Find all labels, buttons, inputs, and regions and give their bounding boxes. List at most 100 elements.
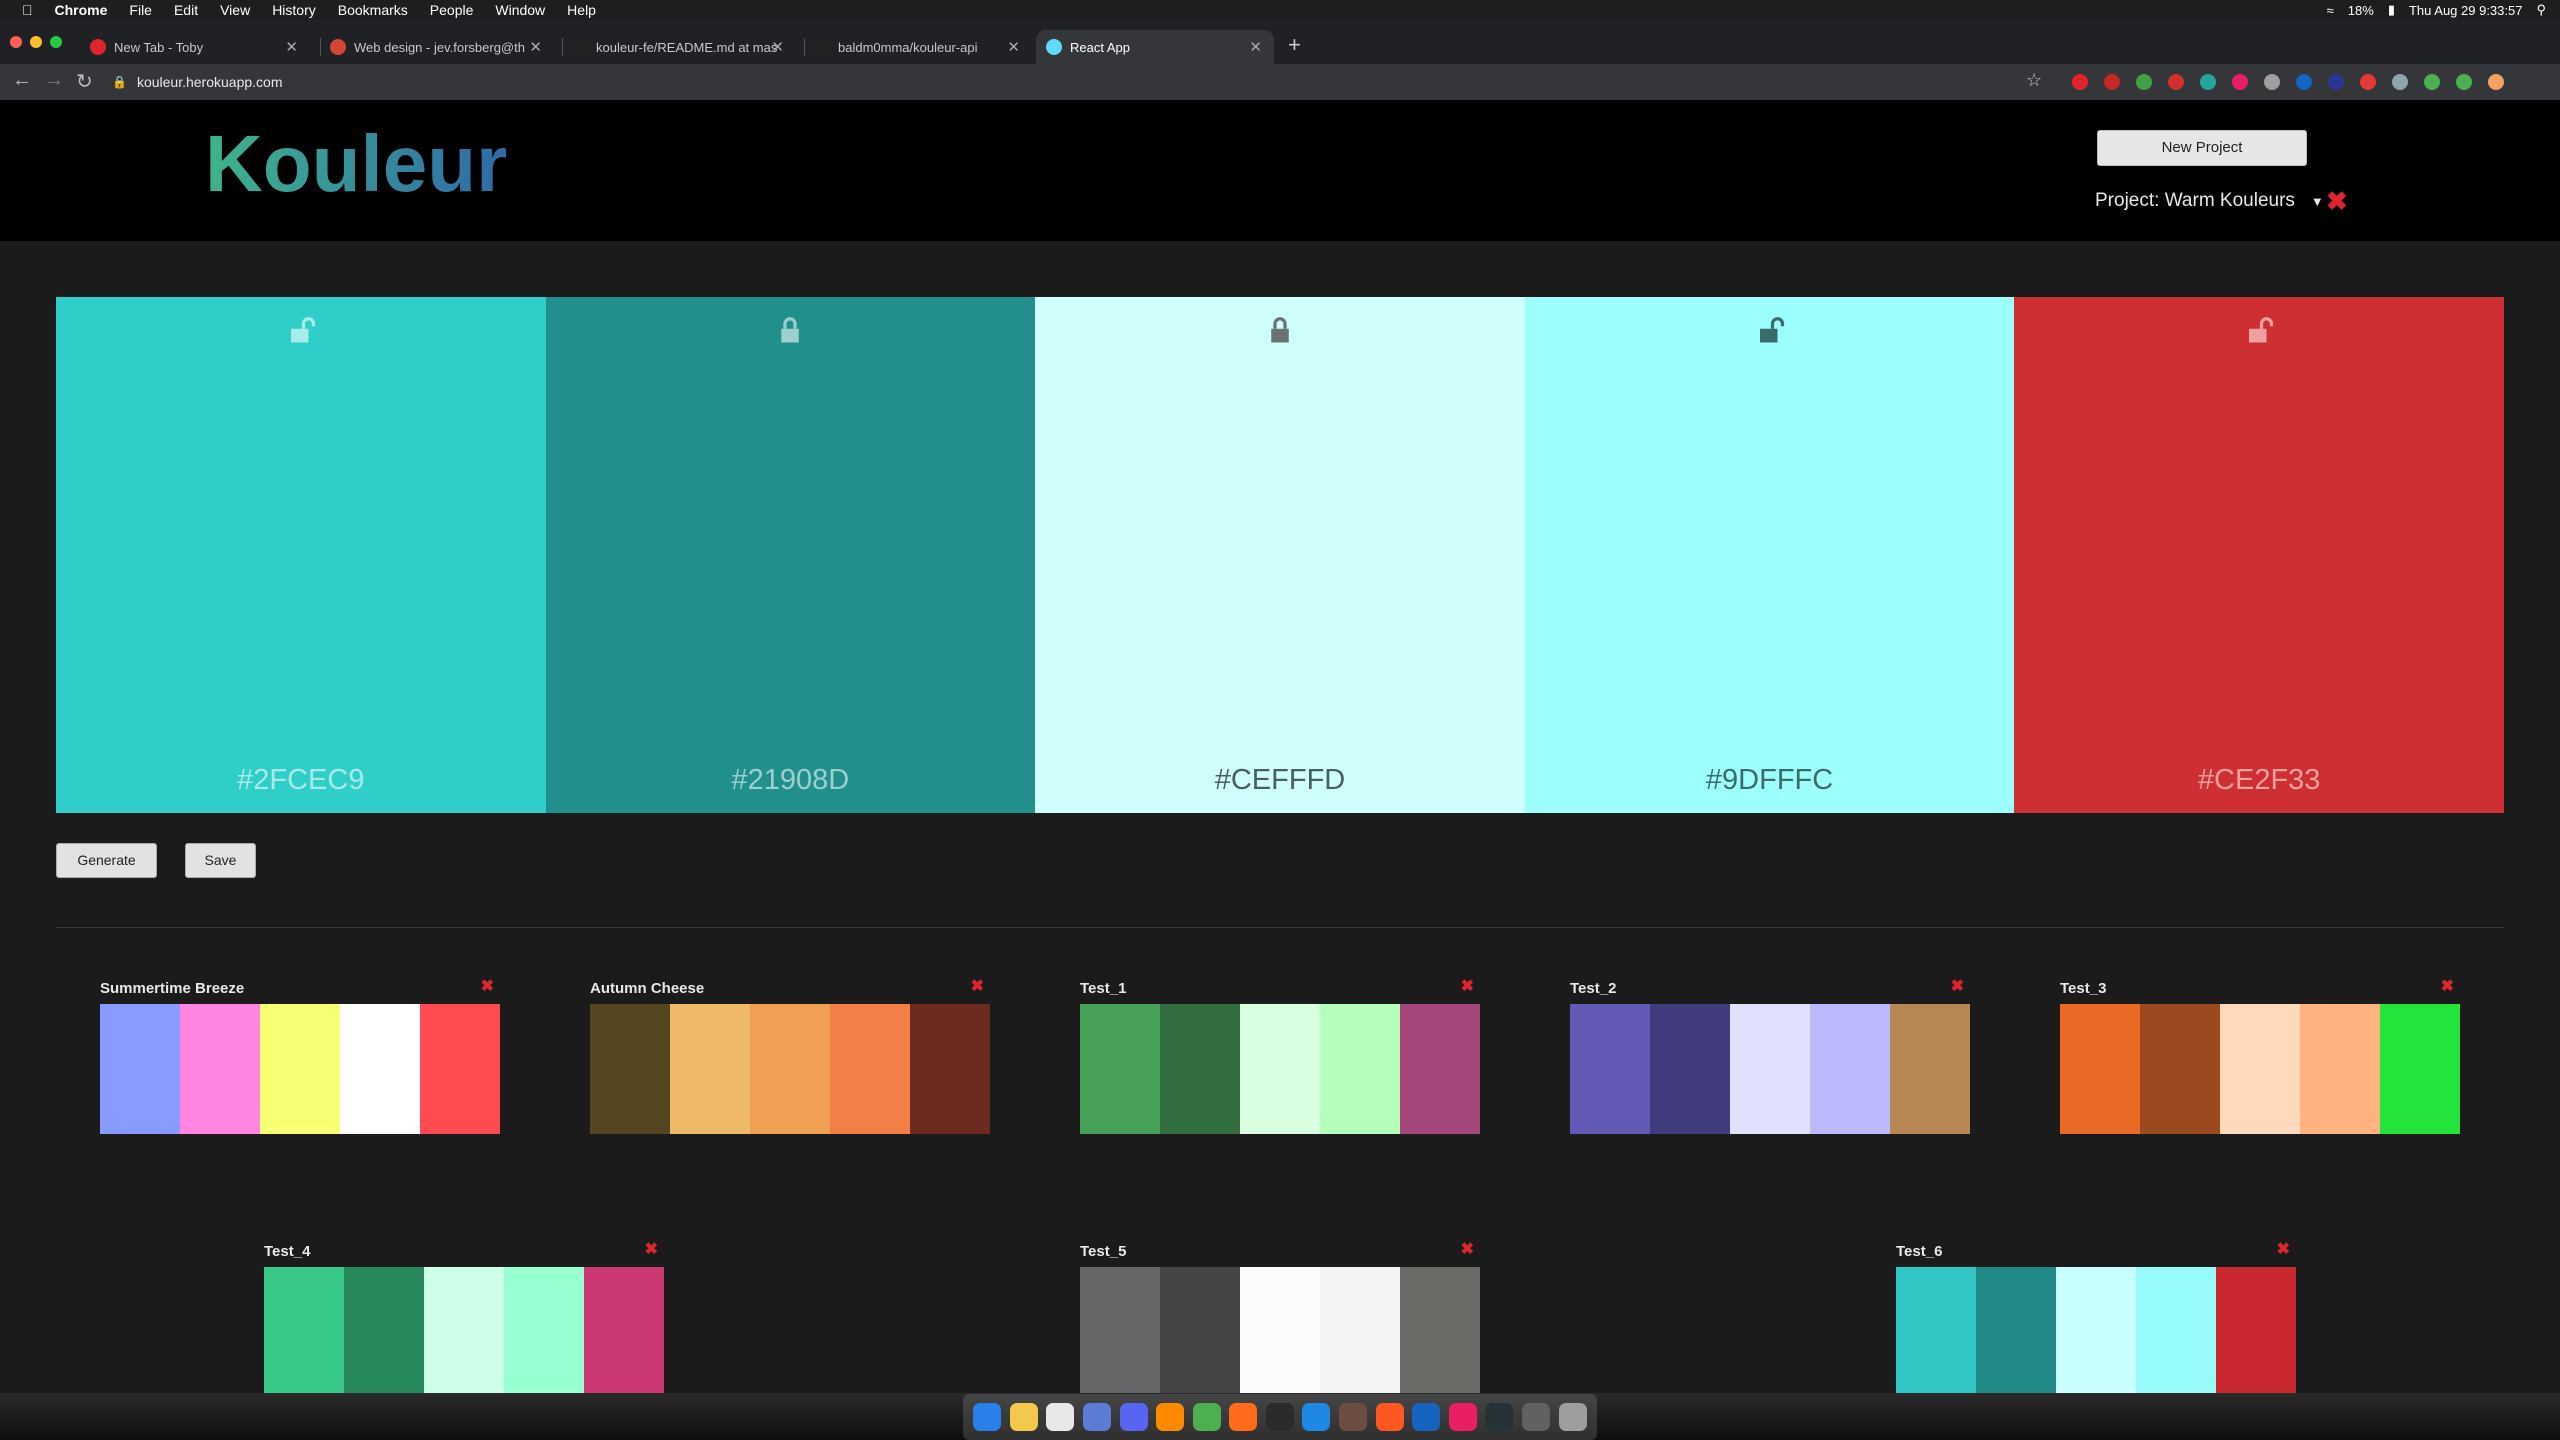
- delete-palette-icon[interactable]: ✖: [1461, 1239, 1474, 1259]
- color-chip: [670, 1004, 750, 1134]
- dock-app-icon[interactable]: [1339, 1403, 1368, 1431]
- extension-icon[interactable]: [2232, 74, 2248, 90]
- tab-web-design[interactable]: Web design - jev.forsberg@th ✕: [322, 30, 554, 64]
- forward-icon[interactable]: →: [44, 69, 64, 92]
- extension-icon[interactable]: [2296, 74, 2312, 90]
- saved-palette-name: Test_1: [1080, 980, 1127, 997]
- menu-people[interactable]: People: [430, 2, 474, 18]
- delete-palette-icon[interactable]: ✖: [481, 976, 494, 996]
- tab-divider: [320, 38, 321, 56]
- extension-icon[interactable]: [2072, 74, 2088, 90]
- close-tab-icon[interactable]: ✕: [1249, 38, 1262, 56]
- extension-icon[interactable]: [2200, 74, 2216, 90]
- tab-kouleur-api[interactable]: baldm0mma/kouleur-api ✕: [806, 30, 1032, 64]
- delete-palette-icon[interactable]: ✖: [1461, 976, 1474, 996]
- color-chip: [1730, 1004, 1810, 1134]
- dock-app-icon[interactable]: [1119, 1403, 1148, 1431]
- gmail-icon: [330, 39, 346, 55]
- color-chip: [2060, 1004, 2140, 1134]
- dock-app-icon[interactable]: [1412, 1403, 1441, 1431]
- color-chip: [1896, 1267, 1976, 1397]
- swatch-hex: #21908D: [731, 764, 850, 796]
- dock-app-icon[interactable]: [973, 1403, 1002, 1431]
- unlocked-icon[interactable]: [286, 315, 316, 345]
- delete-project-icon[interactable]: ✖: [2326, 186, 2348, 217]
- dock-app-icon[interactable]: [1083, 1403, 1112, 1431]
- tab-title: React App: [1070, 39, 1130, 55]
- extension-icon[interactable]: [2328, 74, 2344, 90]
- close-tab-icon[interactable]: ✕: [1007, 38, 1020, 56]
- dock-app-icon[interactable]: [1192, 1403, 1221, 1431]
- dock-app-icon[interactable]: [1302, 1403, 1331, 1431]
- unlocked-icon[interactable]: [1755, 315, 1785, 345]
- save-button[interactable]: Save: [185, 843, 256, 878]
- dock-app-icon[interactable]: [1521, 1403, 1550, 1431]
- tab-divider: [562, 38, 563, 56]
- color-chip: [910, 1004, 990, 1134]
- github-icon: [814, 39, 830, 55]
- dock-app-icon[interactable]: [1009, 1403, 1038, 1431]
- extension-icon[interactable]: [2456, 74, 2472, 90]
- delete-palette-icon[interactable]: ✖: [645, 1239, 658, 1259]
- saved-palette-name: Autumn Cheese: [590, 980, 705, 997]
- back-icon[interactable]: ←: [12, 69, 32, 92]
- delete-palette-icon[interactable]: ✖: [1951, 976, 1964, 996]
- spotlight-icon[interactable]: ⚲: [2536, 2, 2546, 18]
- minimize-window-icon[interactable]: [30, 36, 42, 48]
- menu-file[interactable]: File: [129, 2, 152, 18]
- zoom-window-icon[interactable]: [50, 36, 62, 48]
- dock-app-icon[interactable]: [1046, 1403, 1075, 1431]
- extension-icon[interactable]: [2392, 74, 2408, 90]
- bookmark-star-icon[interactable]: ☆: [2026, 70, 2042, 91]
- close-tab-icon[interactable]: ✕: [771, 38, 784, 56]
- project-select[interactable]: Project: Warm Kouleurs ▼: [2095, 190, 2324, 212]
- close-window-icon[interactable]: [10, 36, 22, 48]
- address-bar[interactable]: 🔒 kouleur.herokuapp.com: [112, 68, 2032, 96]
- delete-palette-icon[interactable]: ✖: [2277, 1239, 2290, 1259]
- close-tab-icon[interactable]: ✕: [285, 38, 298, 56]
- extension-icon[interactable]: [2104, 74, 2120, 90]
- extension-icon[interactable]: [2424, 74, 2440, 90]
- tab-new-tab[interactable]: New Tab - Toby ✕: [80, 30, 310, 64]
- locked-icon[interactable]: [775, 315, 805, 345]
- dock-app-icon[interactable]: [1156, 1403, 1185, 1431]
- extension-icon[interactable]: [2488, 74, 2504, 90]
- new-tab-icon[interactable]: +: [1288, 32, 1301, 58]
- dock-app-icon[interactable]: [1448, 1403, 1477, 1431]
- swatch-2: #21908D: [545, 297, 1036, 813]
- swatch-hex: #9DFFFC: [1705, 764, 1834, 796]
- tab-readme[interactable]: kouleur-fe/README.md at mas ✕: [564, 30, 796, 64]
- dock-app-icon[interactable]: [1229, 1403, 1258, 1431]
- color-chip: [504, 1267, 584, 1397]
- swatch-3: #CEFFFD: [1035, 297, 1525, 813]
- dock-app-icon[interactable]: [1375, 1403, 1404, 1431]
- menu-bookmarks[interactable]: Bookmarks: [338, 2, 408, 18]
- delete-palette-icon[interactable]: ✖: [2441, 976, 2454, 996]
- menu-view[interactable]: View: [220, 2, 250, 18]
- new-project-button[interactable]: New Project: [2097, 130, 2307, 166]
- extension-icon[interactable]: [2360, 74, 2376, 90]
- reload-icon[interactable]: ↻: [76, 69, 93, 94]
- extension-icon[interactable]: [2264, 74, 2280, 90]
- extension-icon[interactable]: [2168, 74, 2184, 90]
- dock-app-icon[interactable]: [1485, 1403, 1514, 1431]
- extension-icon[interactable]: [2136, 74, 2152, 90]
- menu-history[interactable]: History: [272, 2, 316, 18]
- delete-palette-icon[interactable]: ✖: [971, 976, 984, 996]
- menu-edit[interactable]: Edit: [174, 2, 198, 18]
- color-chip: [264, 1267, 344, 1397]
- generate-button[interactable]: Generate: [56, 843, 157, 878]
- saved-palette-colors: [1570, 1004, 1970, 1134]
- apple-icon[interactable]: : [22, 2, 33, 18]
- locked-icon[interactable]: [1265, 315, 1295, 345]
- tab-react-app[interactable]: React App ✕: [1036, 30, 1274, 64]
- close-tab-icon[interactable]: ✕: [529, 38, 542, 56]
- saved-palette-name: Test_3: [2060, 980, 2107, 997]
- menu-app[interactable]: Chrome: [55, 2, 108, 18]
- menu-window[interactable]: Window: [495, 2, 545, 18]
- dock-app-icon[interactable]: [1558, 1403, 1587, 1431]
- menu-help[interactable]: Help: [567, 2, 596, 18]
- unlocked-icon[interactable]: [2244, 315, 2274, 345]
- dock-app-icon[interactable]: [1265, 1403, 1294, 1431]
- toby-icon: [90, 39, 106, 55]
